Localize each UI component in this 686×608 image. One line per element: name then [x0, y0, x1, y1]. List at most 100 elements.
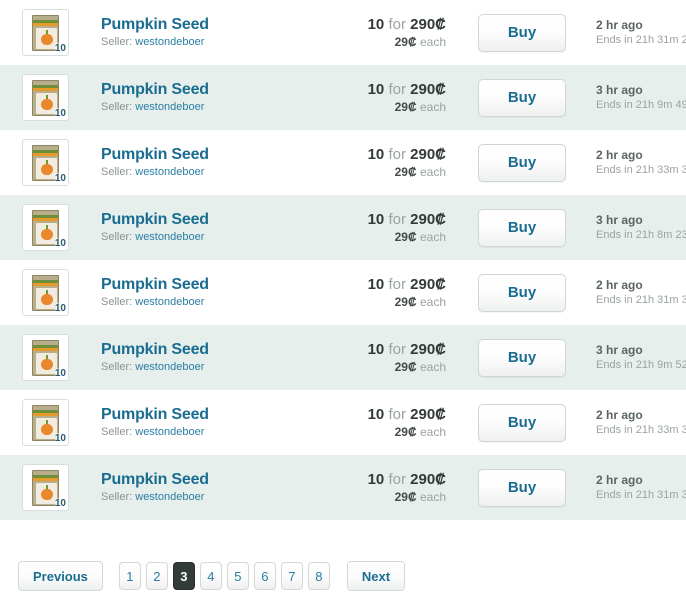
buy-cell: Buy [454, 0, 590, 65]
item-thumbnail[interactable]: 10 [22, 269, 69, 316]
pagination-page-2[interactable]: 2 [145, 562, 168, 590]
price-total: 290₡ [410, 471, 446, 488]
item-name-link[interactable]: Pumpkin Seed [101, 470, 209, 489]
item-thumbnail[interactable]: 10 [22, 139, 69, 186]
price-each-value: 29₡ [394, 360, 417, 374]
packet-window-icon [36, 353, 57, 374]
seller-name-link[interactable]: westondeboer [135, 166, 204, 178]
price-cell: 10 for 290₡ 29₡ each [311, 260, 454, 325]
table-row: 10 Pumpkin Seed Seller: westondeboer 10 … [0, 195, 686, 260]
item-thumbnail[interactable]: 10 [22, 74, 69, 121]
buy-button[interactable]: Buy [478, 468, 566, 507]
seller-name-link[interactable]: westondeboer [135, 231, 204, 243]
seller-line: Seller: westondeboer [101, 360, 311, 375]
buy-button[interactable]: Buy [478, 143, 566, 182]
packet-stripe-orange-icon [33, 413, 58, 416]
item-info-cell: Pumpkin Seed Seller: westondeboer [81, 260, 311, 325]
price-total: 290₡ [410, 276, 446, 293]
item-thumbnail[interactable]: 10 [22, 464, 69, 511]
buy-cell: Buy [454, 455, 590, 520]
quantity-badge: 10 [54, 433, 66, 444]
packet-window-icon [36, 418, 57, 439]
time-remaining: Ends in 21h 9m 49s [596, 99, 686, 111]
price-each-line: 29₡ each [311, 489, 446, 505]
price-each-label: each [419, 425, 446, 439]
price-total: 290₡ [410, 406, 446, 423]
pagination-page-6[interactable]: 6 [253, 562, 276, 590]
seller-line: Seller: westondeboer [101, 425, 311, 440]
item-name-link[interactable]: Pumpkin Seed [101, 80, 209, 99]
price-cell: 10 for 290₡ 29₡ each [311, 455, 454, 520]
seller-name-link[interactable]: westondeboer [135, 36, 204, 48]
pumpkin-icon [41, 294, 53, 305]
price-each-value: 29₡ [394, 230, 417, 244]
pagination-next-button[interactable]: Next [346, 561, 406, 591]
buy-button[interactable]: Buy [478, 208, 566, 247]
row-left-padding [0, 195, 17, 260]
time-cell: 2 hr ago Ends in 21h 31m 28s [590, 0, 686, 65]
row-right-padding [662, 195, 686, 260]
table-row: 10 Pumpkin Seed Seller: westondeboer 10 … [0, 260, 686, 325]
table-row: 10 Pumpkin Seed Seller: westondeboer 10 … [0, 390, 686, 455]
price-each-label: each [419, 230, 446, 244]
pagination-page-5[interactable]: 5 [226, 562, 249, 590]
pumpkin-icon [41, 34, 53, 45]
item-thumbnail[interactable]: 10 [22, 399, 69, 446]
price-each-line: 29₡ each [311, 359, 446, 375]
buy-button[interactable]: Buy [478, 78, 566, 117]
seller-line: Seller: westondeboer [101, 165, 311, 180]
table-row: 10 Pumpkin Seed Seller: westondeboer 10 … [0, 65, 686, 130]
buy-cell: Buy [454, 390, 590, 455]
pumpkin-icon [41, 229, 53, 240]
price-for-label: for [388, 146, 406, 163]
row-left-padding [0, 325, 17, 390]
pagination-page-1[interactable]: 1 [118, 562, 141, 590]
packet-stripe-orange-icon [33, 23, 58, 26]
seller-name-link[interactable]: westondeboer [135, 361, 204, 373]
buy-button[interactable]: Buy [478, 338, 566, 377]
pagination-previous-button[interactable]: Previous [18, 561, 103, 591]
seller-line: Seller: westondeboer [101, 35, 311, 50]
row-right-padding [662, 260, 686, 325]
item-name-link[interactable]: Pumpkin Seed [101, 145, 209, 164]
item-thumbnail[interactable]: 10 [22, 9, 69, 56]
pagination-page-8[interactable]: 8 [307, 562, 330, 590]
item-info-cell: Pumpkin Seed Seller: westondeboer [81, 130, 311, 195]
item-thumbnail[interactable]: 10 [22, 204, 69, 251]
seller-name-link[interactable]: westondeboer [135, 101, 204, 113]
price-cell: 10 for 290₡ 29₡ each [311, 65, 454, 130]
item-name-link[interactable]: Pumpkin Seed [101, 405, 209, 424]
pumpkin-icon [41, 164, 53, 175]
item-thumbnail[interactable]: 10 [22, 334, 69, 381]
buy-cell: Buy [454, 195, 590, 260]
time-cell: 2 hr ago Ends in 21h 31m 34s [590, 455, 686, 520]
item-info-cell: Pumpkin Seed Seller: westondeboer [81, 195, 311, 260]
row-left-padding [0, 260, 17, 325]
item-name-link[interactable]: Pumpkin Seed [101, 210, 209, 229]
price-total-line: 10 for 290₡ [311, 210, 446, 229]
buy-button[interactable]: Buy [478, 13, 566, 52]
item-name-link[interactable]: Pumpkin Seed [101, 275, 209, 294]
item-name-link[interactable]: Pumpkin Seed [101, 340, 209, 359]
seller-label: Seller: [101, 361, 133, 373]
seller-line: Seller: westondeboer [101, 100, 311, 115]
pagination-page-7[interactable]: 7 [280, 562, 303, 590]
packet-stripe-orange-icon [33, 88, 58, 91]
buy-button[interactable]: Buy [478, 403, 566, 442]
packet-window-icon [36, 158, 57, 179]
price-each-value: 29₡ [394, 490, 417, 504]
price-total: 290₡ [410, 16, 446, 33]
seller-name-link[interactable]: westondeboer [135, 426, 204, 438]
item-info-cell: Pumpkin Seed Seller: westondeboer [81, 65, 311, 130]
pagination-page-3[interactable]: 3 [172, 562, 195, 590]
item-name-link[interactable]: Pumpkin Seed [101, 15, 209, 34]
pagination-page-4[interactable]: 4 [199, 562, 222, 590]
buy-button[interactable]: Buy [478, 273, 566, 312]
seller-name-link[interactable]: westondeboer [135, 491, 204, 503]
time-cell: 2 hr ago Ends in 21h 33m 35s [590, 130, 686, 195]
seller-name-link[interactable]: westondeboer [135, 296, 204, 308]
price-each-value: 29₡ [394, 295, 417, 309]
seller-label: Seller: [101, 231, 133, 243]
seller-label: Seller: [101, 491, 133, 503]
time-posted: 2 hr ago [596, 278, 643, 292]
